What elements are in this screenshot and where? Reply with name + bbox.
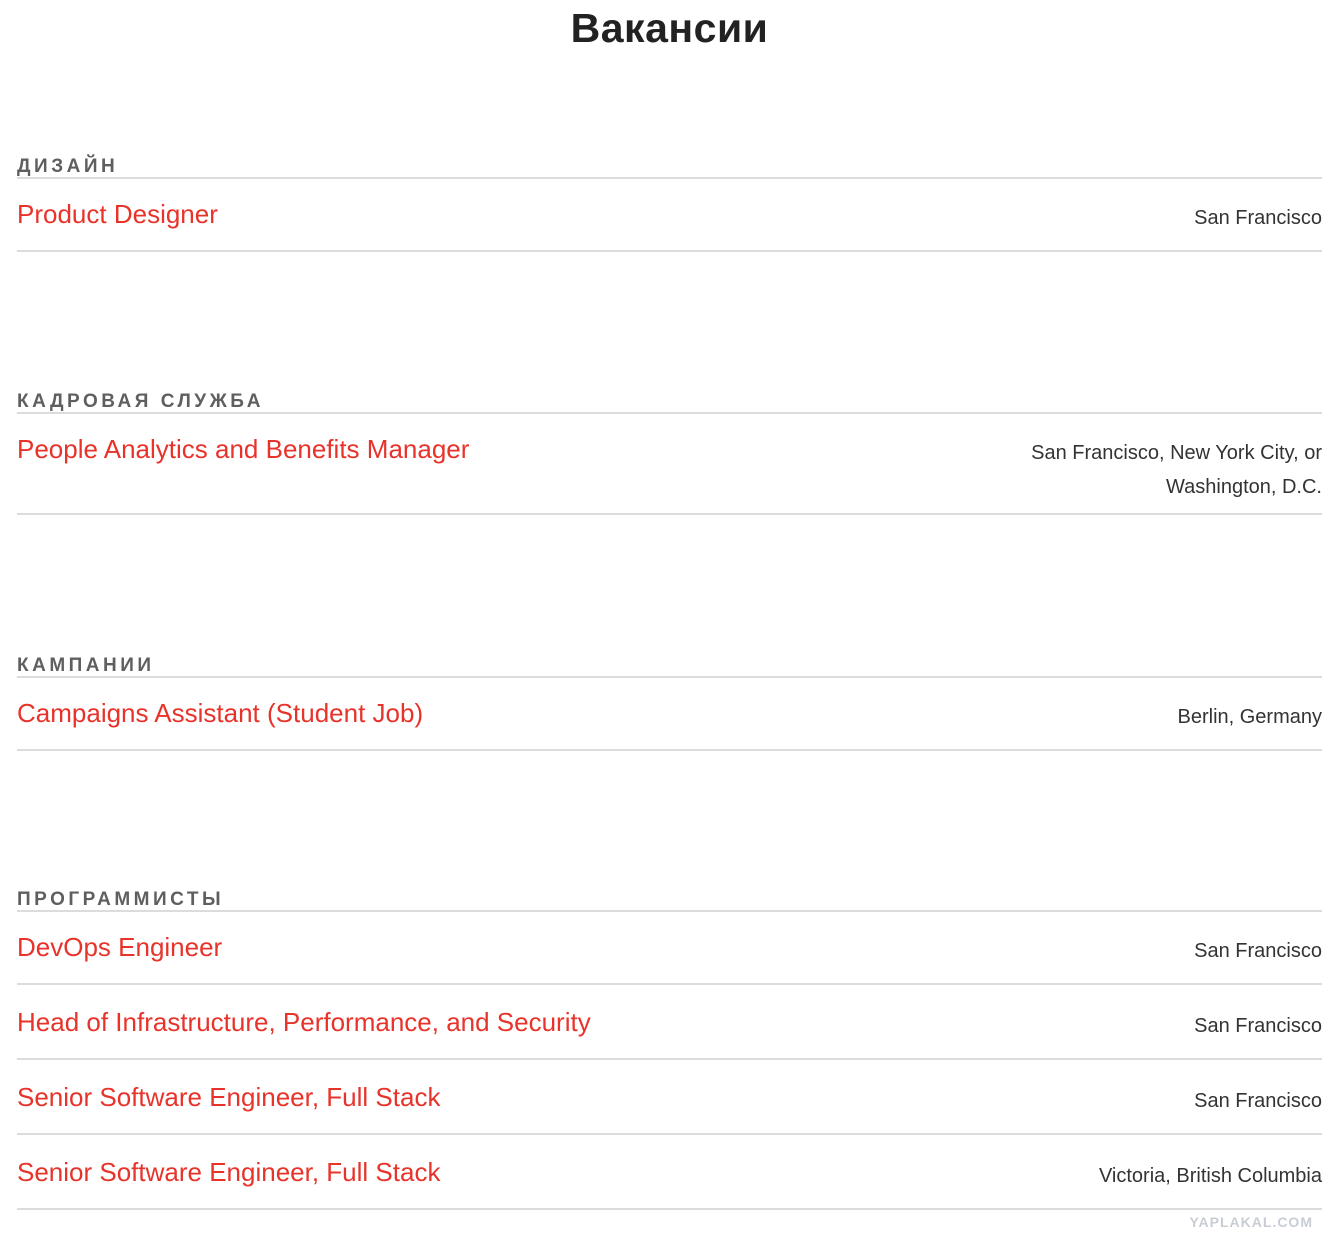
section-heading: КАМПАНИИ [17,629,1322,678]
job-row-people-analytics[interactable]: People Analytics and Benefits Manager Sa… [17,412,1322,515]
section-heading: КАДРОВАЯ СЛУЖБА [17,365,1322,414]
job-row-product-designer[interactable]: Product Designer San Francisco [17,177,1322,252]
job-title-link[interactable]: Head of Infrastructure, Performance, and… [17,1006,591,1038]
job-location: San Francisco [1194,1090,1322,1112]
job-title-link[interactable]: Senior Software Engineer, Full Stack [17,1081,440,1113]
section-heading: ДИЗАЙН [17,130,1322,179]
section-heading-label: КАМПАНИИ [17,655,155,676]
job-location: San Francisco [1194,207,1322,229]
section-campaigns: КАМПАНИИ Campaigns Assistant (Student Jo… [17,629,1322,751]
job-title-link[interactable]: Senior Software Engineer, Full Stack [17,1156,440,1188]
page-title: Вакансии [570,5,769,51]
job-location: San Francisco [1194,940,1322,962]
job-row-devops-engineer[interactable]: DevOps Engineer San Francisco [17,910,1322,985]
job-title-link[interactable]: Product Designer [17,198,218,230]
job-title-link[interactable]: People Analytics and Benefits Manager [17,433,469,465]
job-title-link[interactable]: DevOps Engineer [17,931,222,963]
job-location: Victoria, British Columbia [1098,1165,1322,1187]
section-heading-label: ПРОГРАММИСТЫ [17,889,225,910]
job-location: San Francisco, New York City, or Washing… [1031,442,1322,498]
job-location: Berlin, Germany [1177,706,1323,728]
section-hr: КАДРОВАЯ СЛУЖБА People Analytics and Ben… [17,365,1322,515]
section-heading-label: КАДРОВАЯ СЛУЖБА [17,391,264,412]
watermark: YAPLAKAL.COM [1189,1214,1313,1230]
job-row-senior-swe-victoria[interactable]: Senior Software Engineer, Full Stack Vic… [17,1135,1322,1210]
job-row-senior-swe-sf[interactable]: Senior Software Engineer, Full Stack San… [17,1060,1322,1135]
job-row-head-of-infrastructure[interactable]: Head of Infrastructure, Performance, and… [17,985,1322,1060]
section-design: ДИЗАЙН Product Designer San Francisco [17,130,1322,252]
job-row-campaigns-assistant[interactable]: Campaigns Assistant (Student Job) Berlin… [17,676,1322,751]
section-engineering: ПРОГРАММИСТЫ DevOps Engineer San Francis… [17,863,1322,1210]
section-heading: ПРОГРАММИСТЫ [17,863,1322,912]
job-location: San Francisco [1194,1015,1322,1037]
job-title-link[interactable]: Campaigns Assistant (Student Job) [17,697,423,729]
section-heading-label: ДИЗАЙН [17,156,119,177]
